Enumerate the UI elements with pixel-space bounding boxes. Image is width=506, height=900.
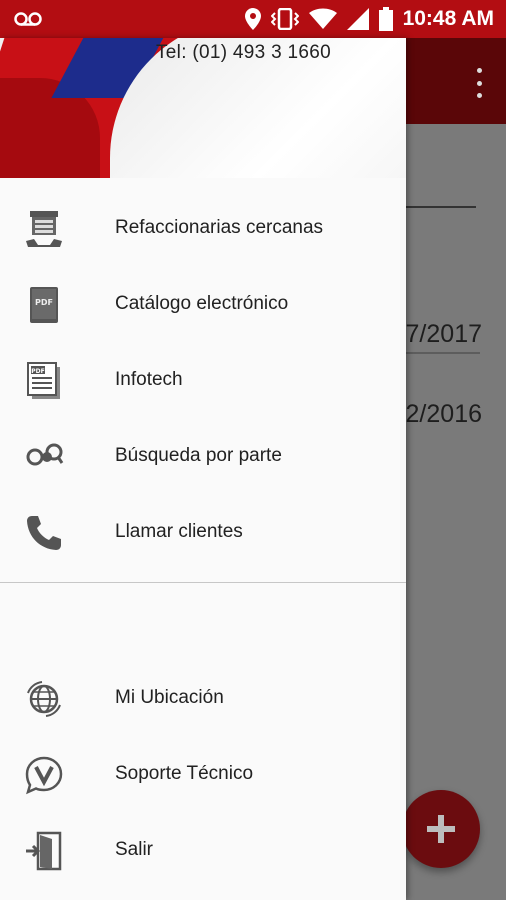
exit-door-icon [26,831,62,871]
menu-label-infotech: Infotech [115,369,183,390]
battery-icon [378,7,393,31]
overflow-menu-icon[interactable] [474,68,484,98]
phone-icon [27,516,61,550]
menu-label-ubicacion: Mi Ubicación [115,687,224,708]
wifi-icon [308,8,337,29]
drawer-divider [0,582,406,583]
menu-label-salir: Salir [115,839,154,860]
support-chat-icon [25,756,63,795]
menu-item-infotech[interactable]: PDF Infotech [0,342,406,418]
navigation-drawer: Tel: (01) 493 3 1660 Refaccionarias cerc… [0,38,406,900]
header-telephone: Tel: (01) 493 3 1660 [156,42,332,63]
pdf-book-icon: PDF [30,287,58,323]
status-bar: 10:48 AM [0,0,506,38]
svg-text:PDF: PDF [31,368,44,375]
app-date-2: 2/2016 [405,400,482,428]
app-date-1: 7/2017 [405,320,482,348]
part-search-icon [26,443,64,466]
location-icon [244,8,261,30]
drawer-header: Tel: (01) 493 3 1660 [0,38,406,178]
menu-label-soporte: Soporte Técnico [115,763,254,784]
menu-item-soporte[interactable]: Soporte Técnico [0,736,406,812]
signal-icon [346,8,369,30]
menu-item-refaccionarias[interactable]: Refaccionarias cercanas [0,190,406,266]
pdf-document-icon: PDF [27,362,60,399]
menu-label-refaccionarias: Refaccionarias cercanas [115,217,324,238]
menu-item-catalogo[interactable]: PDF Catálogo electrónico [0,266,406,342]
svg-text:PDF: PDF [35,298,53,307]
menu-label-llamar: Llamar clientes [115,521,243,542]
add-fab-button[interactable] [402,790,480,868]
menu-label-busqueda: Búsqueda por parte [115,445,282,466]
status-time: 10:48 AM [402,7,494,30]
menu-item-salir[interactable]: Salir [0,812,406,888]
globe-icon [27,681,61,717]
store-icon [26,211,62,247]
voicemail-icon [14,12,42,26]
menu-label-catalogo: Catálogo electrónico [115,293,289,314]
menu-item-llamar[interactable]: Llamar clientes [0,494,406,570]
menu-item-busqueda[interactable]: Búsqueda por parte [0,418,406,494]
menu-item-ubicacion[interactable]: Mi Ubicación [0,660,406,736]
vibrate-icon [270,8,299,30]
